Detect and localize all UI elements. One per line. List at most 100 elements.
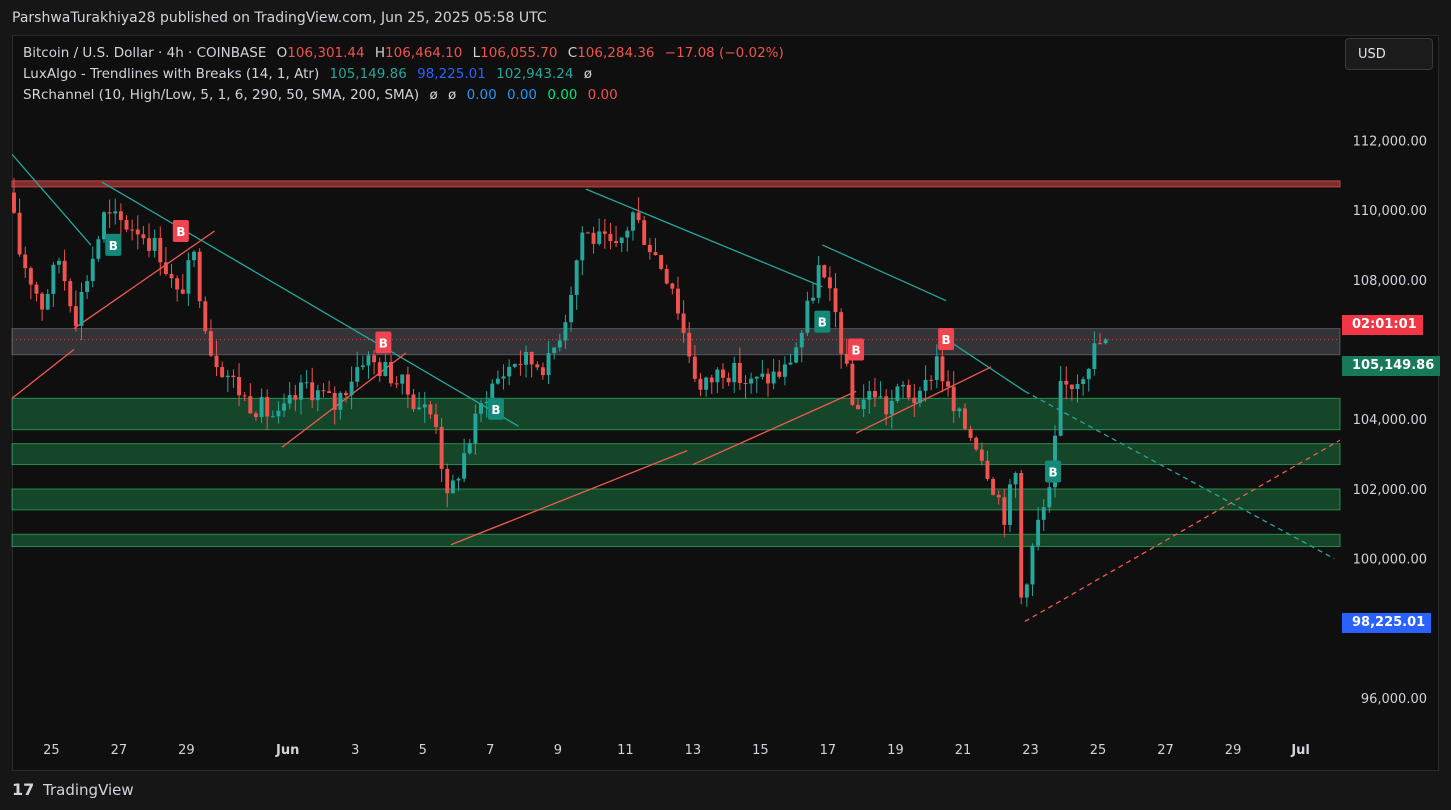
candle-body: [34, 284, 39, 294]
candle-body: [501, 376, 506, 379]
symbol-name[interactable]: Bitcoin / U.S. Dollar · 4h · COINBASE: [23, 45, 266, 61]
high-value: 106,464.10: [385, 45, 463, 61]
candle-body: [315, 390, 320, 401]
candle-body: [811, 297, 815, 301]
candle-body: [118, 211, 123, 221]
candle-body: [96, 239, 101, 259]
candle-body: [1086, 368, 1091, 380]
candle-body: [456, 478, 461, 481]
candle-body: [57, 260, 61, 265]
candle-body: [45, 293, 50, 310]
x-tick-label-5: 5: [419, 743, 427, 758]
x-tick-label-6: 7: [486, 743, 494, 758]
break-marker-label-6: B: [942, 333, 951, 347]
candle-body: [192, 251, 197, 261]
candle-body: [681, 313, 686, 333]
candle-body: [1081, 379, 1086, 385]
candle-body: [479, 403, 483, 414]
candle-body: [1103, 339, 1108, 344]
candle-body: [259, 397, 264, 418]
candle-body: [760, 373, 765, 377]
candle-body: [839, 312, 844, 354]
candle-body: [872, 391, 877, 398]
candle-body: [338, 392, 343, 410]
candle-body: [754, 376, 759, 379]
candle-body: [968, 428, 973, 438]
candle-body: [563, 322, 568, 341]
candle-body: [895, 386, 900, 402]
tradingview-brand-text[interactable]: TradingView: [43, 781, 134, 799]
candle-body: [867, 391, 872, 400]
candle-body: [833, 288, 838, 313]
candle-body: [287, 395, 292, 404]
candle-body: [676, 288, 680, 314]
indicator-1-name[interactable]: LuxAlgo - Trendlines with Breaks (14, 1,…: [23, 66, 319, 82]
candle-body: [777, 371, 782, 377]
trendline-6: [12, 349, 75, 399]
indicator-2-value-4: 0.00: [506, 87, 538, 103]
candle-body: [130, 229, 135, 231]
break-marker-label-5: B: [851, 344, 860, 358]
indicator-1-value-1: 105,149.86: [329, 66, 407, 82]
candle-body: [979, 449, 984, 461]
candle-body: [929, 379, 934, 381]
sr-zone-3: [11, 533, 1341, 548]
candle-body: [175, 278, 180, 290]
candle-body: [473, 413, 478, 444]
candle-body: [1013, 473, 1018, 485]
indicator-2-value-3: 0.00: [466, 87, 497, 103]
candle-body: [670, 283, 675, 289]
candle-body: [1002, 497, 1007, 525]
change-value: −17.08 (−0.02%): [664, 45, 784, 61]
candle-body: [721, 369, 725, 378]
resistance-band: [11, 180, 1341, 188]
trendlines-group: [12, 153, 1340, 623]
x-tick-label-15: 25: [1090, 743, 1107, 758]
price-chart[interactable]: B B B B B B B B 112,000.00 110,000.00 108,000.00 10…: [0, 0, 1451, 810]
candle-body: [822, 265, 827, 278]
indicator-2-name[interactable]: SRchannel (10, High/Low, 5, 1, 6, 290, 5…: [23, 87, 419, 103]
candle-body: [152, 237, 157, 251]
currency-button[interactable]: USD: [1345, 38, 1433, 70]
candle-body: [428, 404, 433, 415]
candle-body: [1058, 380, 1063, 436]
indicator-2-value-5: 0.00: [547, 87, 578, 103]
candle-body: [276, 410, 281, 417]
candle-body: [619, 237, 624, 244]
candle-body: [546, 353, 551, 376]
close-value: 106,284.36: [577, 45, 655, 61]
candle-body: [985, 460, 990, 479]
candle-body: [1019, 473, 1024, 598]
candle-body: [372, 355, 377, 363]
candle-body: [85, 281, 90, 292]
x-tick-label-12: 19: [887, 743, 904, 758]
candle-body: [529, 351, 534, 365]
candle-body: [158, 237, 163, 263]
x-tick-label-4: 3: [351, 743, 359, 758]
x-tick-label-17: 29: [1225, 743, 1242, 758]
candle-body: [535, 364, 540, 368]
candle-body: [608, 233, 613, 242]
candle-body: [68, 281, 73, 307]
x-tick-label-18: Jul: [1290, 743, 1310, 758]
candle-body: [28, 268, 33, 285]
candle-body: [687, 332, 692, 357]
candle-body: [1069, 384, 1074, 390]
sr-zone-2: [11, 488, 1341, 511]
candle-body: [214, 355, 219, 368]
candle-body: [450, 480, 455, 494]
candle-body: [220, 367, 225, 378]
candle-body: [923, 379, 928, 391]
candle-body: [574, 260, 579, 295]
candle-body: [102, 212, 106, 240]
symbol-legend-row: Bitcoin / U.S. Dollar · 4h · COINBASE O1…: [23, 45, 790, 61]
tradingview-logo-icon[interactable]: 17: [12, 780, 34, 799]
candle-body: [709, 377, 714, 383]
candle-body: [197, 251, 202, 302]
candle-body: [552, 347, 557, 354]
candle-body: [180, 289, 185, 294]
candle-body: [208, 331, 213, 356]
x-tick-label-9: 13: [685, 743, 702, 758]
candle-body: [282, 403, 287, 411]
candle-body: [445, 468, 450, 494]
